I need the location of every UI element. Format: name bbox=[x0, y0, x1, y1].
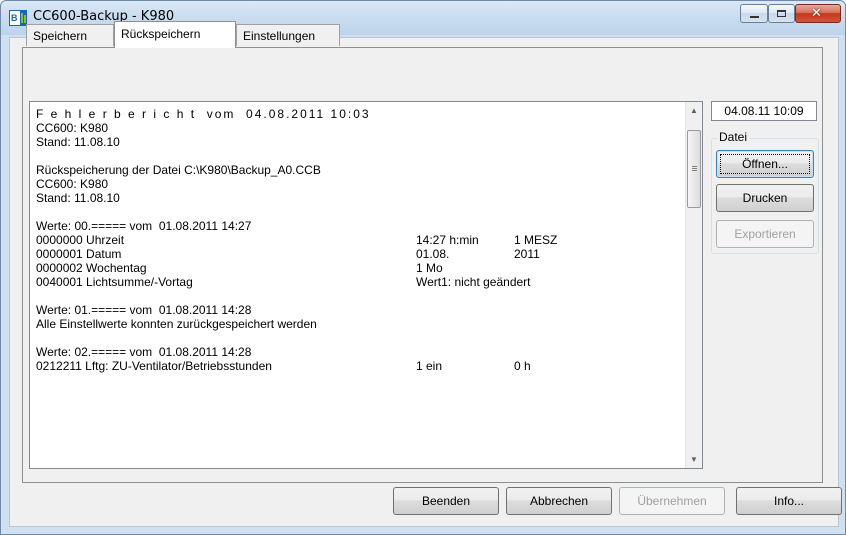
scrollbar-thumb[interactable] bbox=[687, 130, 701, 208]
datei-group-label: Datei bbox=[717, 130, 750, 144]
maximize-icon bbox=[777, 10, 786, 17]
grip-line bbox=[692, 166, 697, 167]
app-logo-icon: B bbox=[9, 10, 27, 26]
export-button-label: Exportieren bbox=[734, 227, 796, 241]
minimize-button[interactable] bbox=[740, 4, 768, 23]
report-line: 0000001 Datum bbox=[36, 247, 122, 261]
report-line: Stand: 11.08.10 bbox=[36, 135, 120, 149]
report-line: 0212211 Lftg: ZU-Ventilator/Betriebsstun… bbox=[36, 359, 272, 373]
close-icon: ✕ bbox=[811, 6, 822, 21]
report-value: 1 Mo bbox=[416, 261, 443, 275]
cancel-button-label: Abbrechen bbox=[529, 494, 589, 508]
grip-line bbox=[692, 168, 697, 169]
print-button[interactable]: Drucken bbox=[716, 184, 814, 212]
svg-text:B: B bbox=[11, 13, 18, 23]
report-line: CC600: K980 bbox=[36, 121, 109, 135]
report-line: Alle Einstellwerte konnten zurückgespeic… bbox=[36, 317, 317, 331]
open-button[interactable]: Öffnen... bbox=[716, 150, 814, 178]
apply-button[interactable]: Übernehmen bbox=[619, 487, 725, 515]
report-value: 1 MESZ bbox=[514, 233, 558, 247]
report-value: 1 ein bbox=[416, 359, 443, 373]
report-line: CC600: K980 bbox=[36, 177, 109, 191]
report-line: Werte: 02.===== vom 01.08.2011 14:28 bbox=[36, 345, 252, 359]
tab-rueckspeichern[interactable]: Rückspeichern bbox=[114, 21, 236, 48]
info-button-label: Info... bbox=[773, 494, 805, 508]
open-button-label: Öffnen... bbox=[742, 157, 788, 171]
grip-line bbox=[692, 170, 697, 171]
close-button[interactable]: ✕ bbox=[795, 4, 841, 23]
report-line: Werte: 00.===== vom 01.08.2011 14:27 bbox=[36, 219, 252, 233]
exit-button[interactable]: Beenden bbox=[393, 487, 499, 515]
maximize-button[interactable] bbox=[768, 4, 795, 23]
scroll-down-arrow-icon[interactable]: ▼ bbox=[686, 451, 702, 468]
info-button[interactable]: Info... bbox=[736, 487, 842, 515]
report-line: 0000002 Wochentag bbox=[36, 261, 147, 275]
minimize-icon bbox=[750, 16, 759, 18]
report-line: Werte: 01.===== vom 01.08.2011 14:28 bbox=[36, 303, 252, 317]
cancel-button[interactable]: Abbrechen bbox=[506, 487, 612, 515]
error-report-textarea[interactable]: F e h l e r b e r i c h t vom 04.08.2011… bbox=[29, 101, 703, 469]
exit-button-label: Beenden bbox=[421, 494, 471, 508]
scroll-up-arrow-icon[interactable]: ▲ bbox=[686, 102, 702, 119]
report-line: 0040001 Lichtsumme/-Vortag bbox=[36, 275, 193, 289]
tab-speichern[interactable]: Speichern bbox=[26, 24, 114, 46]
report-value: 14:27 h:min bbox=[416, 233, 479, 247]
report-scrollbar[interactable]: ▲ ▼ bbox=[685, 102, 702, 468]
report-line: 0000000 Uhrzeit bbox=[36, 233, 125, 247]
apply-button-label: Übernehmen bbox=[637, 494, 707, 508]
report-value: Wert1: nicht geändert bbox=[416, 275, 531, 289]
report-value: 2011 bbox=[514, 247, 540, 261]
report-line: Rückspeicherung der Datei C:\K980\Backup… bbox=[36, 163, 321, 177]
tab-einstellungen[interactable]: Einstellungen bbox=[236, 24, 340, 46]
report-value: 01.08. bbox=[416, 247, 450, 261]
print-button-label: Drucken bbox=[742, 191, 788, 205]
report-value: 0 h bbox=[514, 359, 531, 373]
timestamp-field: 04.08.11 10:09 bbox=[711, 101, 817, 121]
report-line: Stand: 11.08.10 bbox=[36, 191, 120, 205]
report-line: F e h l e r b e r i c h t vom 04.08.2011… bbox=[36, 107, 371, 121]
export-button[interactable]: Exportieren bbox=[716, 220, 814, 248]
